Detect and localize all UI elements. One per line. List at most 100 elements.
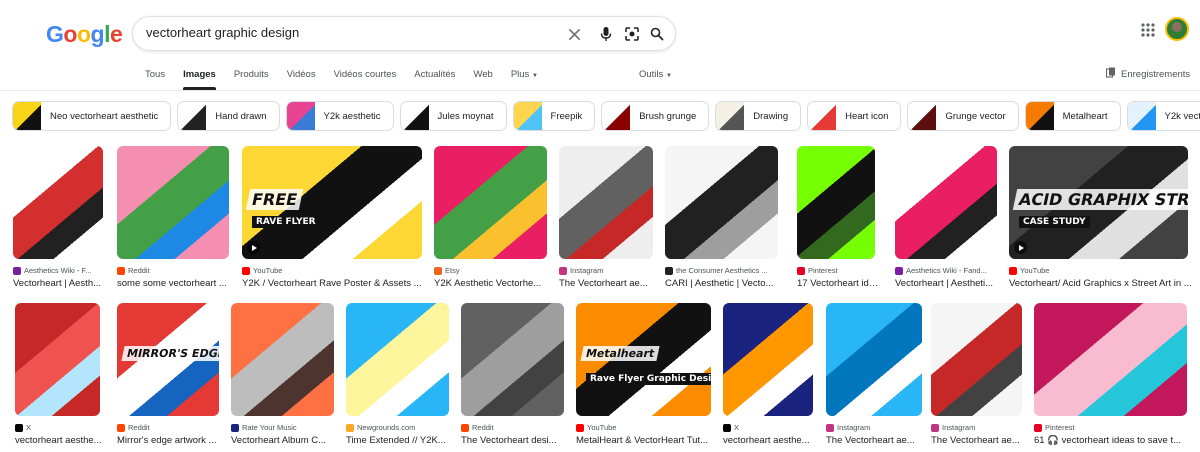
image-result[interactable]: Reddit The Vectorheart desi...	[461, 303, 564, 452]
image-thumbnail[interactable]	[723, 303, 813, 416]
image-thumbnail[interactable]	[15, 303, 100, 416]
image-source[interactable]: Pinterest	[1034, 423, 1187, 432]
image-source[interactable]: the Consumer Aesthetics ...	[665, 266, 778, 275]
image-thumbnail[interactable]	[434, 146, 547, 259]
image-thumbnail[interactable]	[13, 146, 103, 259]
image-thumbnail[interactable]: MIRROR'S EDGE	[117, 303, 219, 416]
image-result[interactable]: Instagram The Vectorheart ae...	[931, 303, 1022, 452]
image-result[interactable]: ACID GRAPHIX STREET ART CASE STUDY YouTube…	[1009, 146, 1192, 305]
image-result[interactable]: Xvectorheart aesthe...	[723, 303, 813, 452]
image-result[interactable]: MIRROR'S EDGE Reddit Mirror's edge artwork…	[117, 303, 219, 452]
image-title[interactable]: MetalHeart & VectorHeart Tut...	[576, 435, 715, 446]
image-source[interactable]: X	[15, 423, 100, 432]
image-title[interactable]: 17 Vectorheart ide...	[797, 278, 879, 289]
mic-icon[interactable]	[596, 24, 616, 44]
tab-videos-courtes[interactable]: Vidéos courtes	[334, 69, 397, 89]
image-title[interactable]: Vectorheart | Aesth...	[13, 278, 107, 289]
tab-tous[interactable]: Tous	[145, 69, 165, 89]
chip-y2k-aesthetic[interactable]: Y2k aesthetic	[285, 101, 394, 131]
image-title[interactable]: Vectorheart | Aestheti...	[895, 278, 1001, 289]
image-title[interactable]: Y2K / Vectorheart Rave Poster & Assets .…	[242, 278, 426, 289]
tab-images[interactable]: Images	[183, 69, 216, 90]
image-source[interactable]: Instagram	[931, 423, 1022, 432]
image-source[interactable]: YouTube	[242, 266, 422, 275]
chip-neo-vectorheart-aesthetic[interactable]: Neo vectorheart aesthetic	[12, 101, 172, 131]
image-result[interactable]: the Consumer Aesthetics ... CARI | Aesthe…	[665, 146, 778, 305]
tab-actualites[interactable]: Actualités	[414, 69, 455, 89]
apps-grid-icon[interactable]	[1138, 20, 1158, 40]
image-result[interactable]: Newgrounds.com Time Extended // Y2K...	[346, 303, 449, 452]
image-result[interactable]: Etsy Y2K Aesthetic Vectorhe...	[434, 146, 547, 305]
chip-grunge-vector[interactable]: Grunge vector	[907, 101, 1019, 131]
image-thumbnail[interactable]	[931, 303, 1022, 416]
search-input[interactable]	[146, 25, 546, 40]
chip-heart-icon[interactable]: Heart icon	[807, 101, 902, 131]
image-result[interactable]: Reddit some some vectorheart ...	[117, 146, 229, 305]
close-icon[interactable]	[564, 24, 584, 44]
chip-brush-grunge[interactable]: Brush grunge	[601, 101, 710, 131]
tools-button[interactable]: Outils ▼	[639, 69, 672, 80]
tab-produits[interactable]: Produits	[234, 69, 269, 89]
image-source[interactable]: Rate Your Music	[231, 423, 334, 432]
image-thumbnail[interactable]: ACID GRAPHIX STREET ART CASE STUDY	[1009, 146, 1188, 259]
image-title[interactable]: Time Extended // Y2K...	[346, 435, 453, 446]
image-result[interactable]: Xvectorheart aesthe...	[15, 303, 102, 452]
image-title[interactable]: Vectorheart/ Acid Graphics x Street Art …	[1009, 278, 1192, 289]
image-thumbnail[interactable]	[346, 303, 449, 416]
image-thumbnail[interactable]: FREE RAVE FLYER	[242, 146, 422, 259]
tab-plus[interactable]: Plus ▼	[511, 69, 538, 89]
search-icon[interactable]	[647, 24, 667, 44]
image-source[interactable]: Pinterest	[797, 266, 875, 275]
image-source[interactable]: Reddit	[117, 266, 229, 275]
google-logo[interactable]: Google	[46, 21, 123, 48]
image-source[interactable]: YouTube	[576, 423, 711, 432]
image-source[interactable]: Instagram	[826, 423, 922, 432]
chip-metalheart[interactable]: Metalheart	[1024, 101, 1121, 131]
chip-freepik[interactable]: Freepik	[512, 101, 596, 131]
image-title[interactable]: The Vectorheart ae...	[931, 435, 1026, 446]
tab-videos[interactable]: Vidéos	[287, 69, 316, 89]
image-thumbnail[interactable]	[665, 146, 778, 259]
image-thumbnail[interactable]	[895, 146, 997, 259]
image-title[interactable]: some some vectorheart ...	[117, 278, 233, 289]
image-thumbnail[interactable]	[1034, 303, 1187, 416]
image-title[interactable]: Y2K Aesthetic Vectorhe...	[434, 278, 551, 289]
image-result[interactable]: Instagram The Vectorheart ae...	[826, 303, 922, 452]
image-thumbnail[interactable]	[117, 146, 229, 259]
tab-web[interactable]: Web	[473, 69, 492, 89]
image-source[interactable]: Instagram	[559, 266, 653, 275]
image-title[interactable]: Mirror's edge artwork ...	[117, 435, 223, 446]
image-source[interactable]: Aesthetics Wiki - F...	[13, 266, 103, 275]
image-title[interactable]: The Vectorheart ae...	[826, 435, 926, 446]
image-result[interactable]: Rate Your Music Vectorheart Album C...	[231, 303, 334, 452]
image-thumbnail[interactable]	[461, 303, 564, 416]
chip-hand-drawn[interactable]: Hand drawn	[177, 101, 280, 131]
image-result[interactable]: Pinterest 61 🎧 vectorheart ideas to save …	[1034, 303, 1187, 452]
image-source[interactable]: X	[723, 423, 813, 432]
chip-jules-moynat[interactable]: Jules moynat	[399, 101, 507, 131]
image-thumbnail[interactable]: Metalheart Rave Flyer Graphic Design	[576, 303, 711, 416]
lens-icon[interactable]	[622, 24, 642, 44]
image-result[interactable]: Instagram The Vectorheart ae...	[559, 146, 653, 305]
chip-y2k-vectorheart[interactable]: Y2k vectorheart	[1126, 101, 1200, 131]
avatar[interactable]	[1165, 17, 1189, 41]
image-title[interactable]: vectorheart aesthe...	[15, 435, 104, 446]
chip-drawing[interactable]: Drawing	[715, 101, 802, 131]
image-thumbnail[interactable]	[826, 303, 922, 416]
saves-button[interactable]: Enregistrements	[1105, 67, 1190, 81]
image-thumbnail[interactable]	[231, 303, 334, 416]
image-result[interactable]: Pinterest 17 Vectorheart ide...	[797, 146, 879, 305]
image-title[interactable]: Vectorheart Album C...	[231, 435, 338, 446]
image-title[interactable]: The Vectorheart ae...	[559, 278, 657, 289]
image-source[interactable]: Reddit	[461, 423, 564, 432]
image-result[interactable]: Metalheart Rave Flyer Graphic Design YouTu…	[576, 303, 711, 452]
image-source[interactable]: Reddit	[117, 423, 219, 432]
image-source[interactable]: YouTube	[1009, 266, 1188, 275]
image-title[interactable]: 61 🎧 vectorheart ideas to save t...	[1034, 435, 1191, 446]
image-title[interactable]: vectorheart aesthe...	[723, 435, 817, 446]
image-thumbnail[interactable]	[559, 146, 653, 259]
image-thumbnail[interactable]	[797, 146, 875, 259]
image-source[interactable]: Etsy	[434, 266, 547, 275]
image-title[interactable]: CARI | Aesthetic | Vecto...	[665, 278, 782, 289]
image-source[interactable]: Aesthetics Wiki - Fand...	[895, 266, 997, 275]
